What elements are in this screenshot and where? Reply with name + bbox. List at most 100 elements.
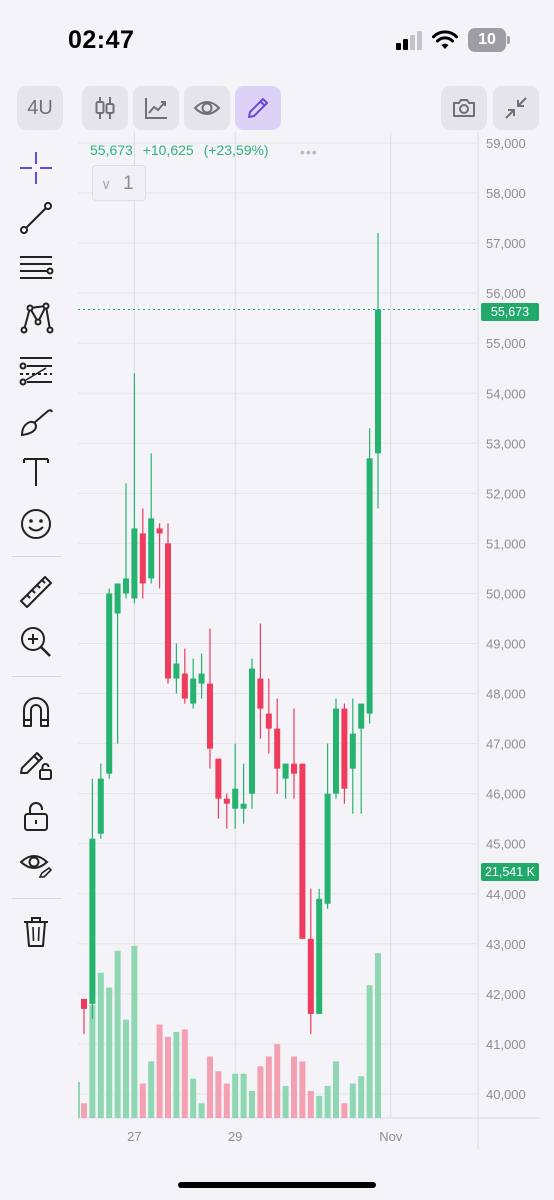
candle-body — [349, 733, 356, 769]
candle-body — [249, 668, 255, 794]
candle-body — [257, 678, 264, 709]
candle-body — [215, 758, 222, 799]
candle-body — [181, 673, 188, 699]
candle-body — [106, 593, 113, 774]
emoji-icon — [21, 509, 51, 539]
legend-more-button[interactable]: ••• — [300, 144, 318, 160]
indicator-count: 1 — [123, 173, 134, 194]
lock-drawing-icon — [20, 752, 52, 780]
ohlc-legend: 55,673 +10,625 (+23,59%) — [90, 142, 275, 158]
trend-line-icon — [20, 202, 52, 234]
volume-bar — [299, 1061, 306, 1118]
zoom-in-icon — [21, 627, 51, 657]
legend-change-pct: (+23,59%) — [203, 142, 269, 158]
candle-body — [97, 778, 104, 834]
y-tick-label: 40,000 — [486, 1087, 526, 1102]
tool-divider — [12, 898, 62, 899]
magnet-tool[interactable] — [14, 690, 58, 734]
candle-body — [165, 543, 171, 679]
brush-icon — [20, 409, 53, 437]
volume-bar — [106, 987, 113, 1118]
brush-tool[interactable] — [14, 400, 58, 444]
y-tick-label: 55,000 — [486, 336, 526, 351]
volume-bar — [198, 1103, 205, 1118]
ruler-tool[interactable] — [14, 570, 58, 614]
unlock-icon — [24, 802, 48, 831]
volume-bar — [190, 1078, 197, 1118]
zoom-in-tool[interactable] — [14, 620, 58, 664]
chevron-down-icon: ∨ — [101, 176, 112, 192]
volume-bar — [358, 1076, 365, 1118]
trend-line-tool[interactable] — [14, 196, 58, 240]
fib-retracement-tool[interactable] — [14, 246, 58, 290]
volume-bar — [341, 1103, 348, 1118]
y-tick-label: 47,000 — [486, 737, 526, 752]
emoji-tool[interactable] — [14, 502, 58, 546]
volume-bar — [316, 1095, 323, 1118]
volume-bar — [333, 1061, 339, 1118]
candle-body — [265, 713, 272, 729]
volume-bar — [307, 1090, 314, 1118]
last-price-tag: 55,673 — [481, 303, 539, 321]
candle-body — [223, 798, 230, 804]
y-tick-label: 57,000 — [486, 236, 526, 251]
pattern-tool[interactable] — [14, 296, 58, 340]
candle-body — [131, 528, 138, 599]
candle-body — [333, 708, 339, 794]
tool-divider — [12, 556, 62, 557]
volume-bar — [131, 945, 138, 1118]
app-screen: 02:47 10 4U 59,000 58,000 57,000 56,000 … — [0, 0, 554, 1200]
volume-bar — [349, 1083, 356, 1118]
trash-icon — [24, 917, 48, 947]
hide-drawings-tool[interactable] — [14, 842, 58, 886]
y-tick-label: 56,000 — [486, 286, 526, 301]
candle-body — [375, 309, 381, 454]
volume-bar — [114, 950, 121, 1118]
text-tool[interactable] — [14, 450, 58, 494]
volume-bar — [181, 1029, 188, 1118]
tool-divider — [12, 676, 62, 677]
home-indicator — [178, 1182, 376, 1188]
volume-bar — [257, 1066, 264, 1118]
price-chart[interactable]: 59,000 58,000 57,000 56,000 55,000 54,000 53,0… — [0, 0, 554, 1170]
y-tick-label: 45,000 — [486, 837, 526, 852]
y-tick-label: 53,000 — [486, 436, 526, 451]
candle-body — [307, 938, 314, 1014]
volume-bar — [148, 1061, 155, 1118]
volume-bar — [265, 1056, 272, 1118]
y-tick-label: 52,000 — [486, 486, 526, 501]
volume-bar — [249, 1090, 255, 1118]
candle-body — [190, 678, 197, 704]
candle-body — [341, 708, 348, 789]
projection-icon — [19, 357, 52, 386]
indicator-collapse-toggle[interactable]: ∨ 1 — [92, 165, 146, 201]
volume-bar — [139, 1083, 146, 1118]
y-tick-label: 48,000 — [486, 687, 526, 702]
candle-body — [324, 793, 331, 904]
y-tick-label: 42,000 — [486, 987, 526, 1002]
candle-body — [358, 703, 365, 729]
volume-bar — [291, 1056, 297, 1118]
y-tick-label: 50,000 — [486, 586, 526, 601]
y-tick-label: 58,000 — [486, 186, 526, 201]
lock-drawing-tool[interactable] — [14, 742, 58, 786]
candle-body — [173, 663, 180, 679]
volume-bar — [223, 1083, 230, 1118]
unlock-tool[interactable] — [14, 794, 58, 838]
volume-bar — [173, 1031, 180, 1118]
candle-body — [299, 763, 306, 939]
volume-bar — [274, 1044, 281, 1118]
text-icon — [23, 458, 49, 486]
volume-bar — [123, 1019, 129, 1118]
x-tick-label: Nov — [379, 1129, 403, 1144]
fib-retracement-icon — [20, 256, 54, 279]
candle-body — [316, 898, 323, 1014]
volume-bar — [81, 1103, 87, 1118]
volume-bar — [165, 1036, 171, 1118]
candle-body — [89, 838, 96, 1004]
x-tick-label: 27 — [127, 1129, 141, 1144]
projection-tool[interactable] — [14, 348, 58, 392]
hide-drawings-icon — [19, 855, 53, 878]
crosshair-tool[interactable] — [14, 146, 58, 190]
delete-drawings-tool[interactable] — [14, 910, 58, 954]
